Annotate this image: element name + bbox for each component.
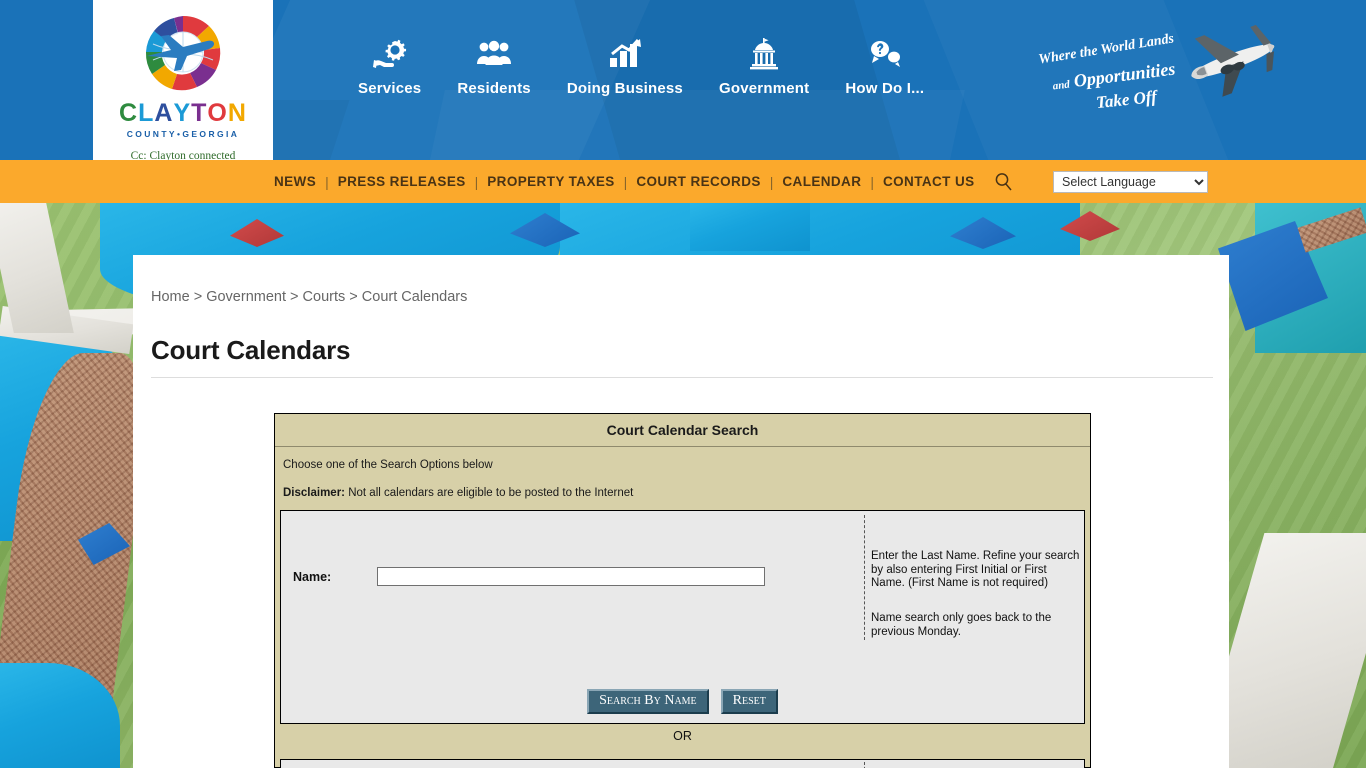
subnav-item-court-records[interactable]: COURT RECORDS <box>627 174 769 189</box>
disclaimer-label: Disclaimer: <box>283 487 346 499</box>
people-group-icon <box>476 34 512 74</box>
question-speech-bubble-icon <box>867 34 903 74</box>
subnav-separator: | <box>325 173 329 190</box>
tagline-line-2: and Opportunities <box>1051 59 1176 95</box>
breadcrumb-separator: > <box>193 289 203 305</box>
nav-item-services[interactable]: Services <box>340 34 439 97</box>
court-calendar-search-widget: Court Calendar Search Choose one of the … <box>274 413 1091 768</box>
breadcrumb-item-court-calendars[interactable]: Court Calendars <box>362 289 468 305</box>
breadcrumb-item-home[interactable]: Home <box>151 289 190 305</box>
disclaimer-text: Not all calendars are eligible to be pos… <box>345 487 634 499</box>
breadcrumb: Home > Government > Courts > Court Calen… <box>151 289 467 305</box>
content-panel: Home > Government > Courts > Court Calen… <box>133 255 1229 768</box>
subnav-separator: | <box>870 173 874 190</box>
clayton-globe-icon <box>131 8 235 100</box>
capitol-building-icon <box>748 34 780 74</box>
breadcrumb-item-government[interactable]: Government <box>206 289 286 305</box>
search-by-name-button[interactable]: Search By Name <box>587 689 709 715</box>
breadcrumb-separator: > <box>349 289 358 305</box>
hand-gear-icon <box>372 34 407 74</box>
nav-item-how-do-i[interactable]: How Do I... <box>827 34 942 97</box>
name-search-button-row: Search By Name Reset <box>281 689 1084 715</box>
nav-item-doing-business[interactable]: Doing Business <box>549 34 701 97</box>
subnav-item-press-releases[interactable]: PRESS RELEASES <box>329 174 475 189</box>
secondary-navigation-bar: NEWS | PRESS RELEASES | PROPERTY TAXES |… <box>0 160 1366 203</box>
background-pool-top-mid <box>690 203 810 251</box>
main-navigation: Services Residents Doing Business Govern… <box>340 34 942 97</box>
breadcrumb-item-courts[interactable]: Courts <box>303 289 346 305</box>
search-icon[interactable] <box>994 172 1013 191</box>
nav-label-residents: Residents <box>457 80 531 97</box>
nav-label-government: Government <box>718 80 810 97</box>
nav-item-residents[interactable]: Residents <box>439 34 549 97</box>
secondary-nav-links: NEWS | PRESS RELEASES | PROPERTY TAXES |… <box>265 160 1013 203</box>
date-search-panel <box>280 759 1085 768</box>
nav-label-services: Services <box>358 80 422 97</box>
logo-wordmark: CLAYTON <box>119 99 247 127</box>
name-input[interactable] <box>377 567 765 586</box>
nav-label-how-do-i: How Do I... <box>845 80 925 97</box>
language-select[interactable]: Select Language <box>1053 171 1208 193</box>
subnav-item-news[interactable]: NEWS <box>265 174 325 189</box>
subnav-separator: | <box>623 173 628 190</box>
nav-label-doing-business: Doing Business <box>566 80 683 97</box>
subnav-item-contact-us[interactable]: CONTACT US <box>874 174 984 189</box>
name-label: Name: <box>293 569 332 584</box>
panel-vertical-divider <box>864 762 865 768</box>
logo-subtitle: COUNTY•GEORGIA <box>126 129 240 139</box>
site-header: CLAYTON COUNTY•GEORGIA Cc: Clayton conne… <box>0 0 1366 160</box>
widget-title: Court Calendar Search <box>275 414 1090 447</box>
search-options-note: Choose one of the Search Options below <box>283 459 493 471</box>
name-help-text-1: Enter the Last Name. Refine your search … <box>871 550 1080 590</box>
reset-button[interactable]: Reset <box>720 689 778 715</box>
name-search-panel: Name: Enter the Last Name. Refine your s… <box>280 510 1085 724</box>
logo-tagline: Cc: Clayton connected <box>130 150 236 160</box>
nav-item-government[interactable]: Government <box>701 34 827 97</box>
panel-vertical-divider <box>864 515 865 640</box>
bar-chart-arrow-icon <box>608 34 642 74</box>
page-title: Court Calendars <box>151 335 351 365</box>
name-help-text-2: Name search only goes back to the previo… <box>871 612 1052 638</box>
subnav-item-calendar[interactable]: CALENDAR <box>773 174 870 189</box>
breadcrumb-separator: > <box>290 289 299 305</box>
airplane-icon <box>1175 22 1285 107</box>
tagline-and: and <box>1052 78 1071 93</box>
subnav-separator: | <box>474 173 479 190</box>
subnav-separator: | <box>769 173 774 190</box>
disclaimer-note: Disclaimer: Not all calendars are eligib… <box>279 487 1090 499</box>
name-field-row: Name: <box>293 567 765 586</box>
subnav-item-property-taxes[interactable]: PROPERTY TAXES <box>478 174 623 189</box>
tagline-opportunities: Opportunities <box>1072 58 1177 91</box>
site-logo[interactable]: CLAYTON COUNTY•GEORGIA Cc: Clayton conne… <box>93 0 273 160</box>
title-divider <box>151 377 1213 378</box>
or-divider: OR <box>275 724 1090 748</box>
header-decor-shape-3 <box>415 90 965 160</box>
tagline-line-3: Take Off <box>1095 86 1158 113</box>
